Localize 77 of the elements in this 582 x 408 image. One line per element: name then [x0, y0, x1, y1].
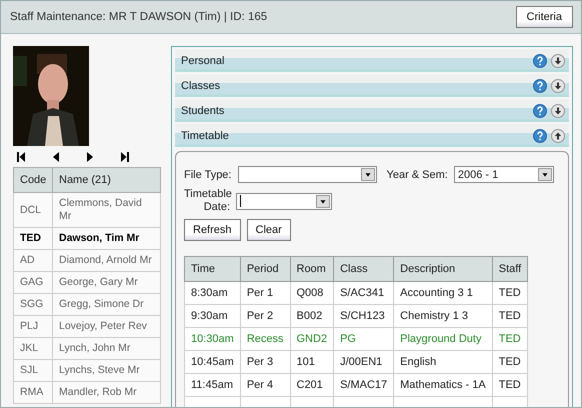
table-cell: C201 — [290, 374, 334, 396]
table-cell: Per 3 — [240, 350, 290, 374]
table-cell: Recess — [240, 328, 290, 350]
page-title: Staff Maintenance: MR T DAWSON (Tim) | ID: 165 — [10, 11, 268, 23]
form-button[interactable]: Clear — [246, 219, 291, 241]
previous-icon[interactable] — [52, 152, 60, 162]
field-label: Timetable Date: — [184, 188, 230, 214]
staff-name[interactable]: Lynch, John Mr — [52, 338, 160, 360]
section-header[interactable]: Timetable — [175, 124, 569, 147]
table-cell: 10:45am — [184, 350, 240, 374]
column-header: Class — [334, 256, 394, 282]
staff-name[interactable]: Diamond, Arnold Mr — [52, 250, 160, 272]
staff-name[interactable]: Gregg, Simone Dr — [52, 294, 160, 316]
help-icon[interactable] — [533, 78, 547, 92]
column-header: Room — [290, 256, 334, 282]
column-header: Period — [240, 256, 290, 282]
criteria-button[interactable]: Criteria — [516, 6, 573, 28]
table-cell: Per 2 — [240, 304, 290, 328]
table-cell: Per 4 — [240, 374, 290, 396]
year-sem-dropdown[interactable]: 2006 - 1 — [454, 166, 554, 183]
help-icon[interactable] — [533, 128, 547, 142]
help-icon[interactable] — [533, 104, 547, 118]
table-cell: J/00EN1 — [334, 350, 394, 374]
staff-name[interactable]: Lynchs, Steve Mr — [52, 360, 160, 382]
table-cell: Chemistry 1 3 — [394, 304, 492, 328]
table-cell: GND2 — [290, 328, 334, 350]
table-cell: 8:30am — [184, 282, 240, 304]
staff-code[interactable]: AD — [14, 250, 52, 272]
section-header[interactable]: Classes — [175, 74, 569, 97]
staff-code[interactable]: GAG — [14, 272, 52, 294]
table-cell: TED — [492, 350, 528, 374]
next-icon[interactable] — [86, 152, 94, 162]
table-cell: Per 1 — [240, 282, 290, 304]
table-cell: 9:30am — [184, 304, 240, 328]
form-button[interactable]: Refresh — [184, 219, 241, 241]
table-cell: S/CH123 — [334, 304, 394, 328]
table-cell: S/AC341 — [334, 282, 394, 304]
table-cell: 101 — [290, 350, 334, 374]
column-header: Name (21) — [52, 168, 160, 192]
last-page-icon[interactable] — [120, 152, 129, 162]
field-label: File Type: — [184, 168, 232, 180]
staff-name[interactable]: Dawson, Tim Mr — [52, 228, 160, 250]
staff-code[interactable]: DCL — [14, 192, 52, 228]
staff-code[interactable]: RMA — [14, 382, 52, 404]
column-header: Description — [394, 256, 492, 282]
staff-name[interactable]: Lovejoy, Peter Rev — [52, 316, 160, 338]
table-cell: Q008 — [290, 282, 334, 304]
table-cell: PG — [334, 328, 394, 350]
column-header: Staff — [492, 256, 528, 282]
staff-name[interactable]: Clemmons, David Mr — [52, 192, 160, 228]
staff-code[interactable]: PLJ — [14, 316, 52, 338]
staff-code[interactable]: TED — [14, 228, 52, 250]
section-header[interactable]: Personal — [175, 49, 569, 72]
table-cell: TED — [492, 304, 528, 328]
date-field[interactable] — [236, 192, 332, 210]
staff-code[interactable]: SGG — [14, 294, 52, 316]
staff-code[interactable]: SJL — [14, 360, 52, 382]
column-header: Code — [14, 168, 52, 192]
section-header[interactable]: Students — [175, 99, 569, 122]
table-cell: B002 — [290, 304, 334, 328]
staff-code[interactable]: JKL — [14, 338, 52, 360]
table-cell: TED — [492, 282, 528, 304]
first-page-icon[interactable] — [17, 152, 25, 162]
table-cell: 11:45am — [184, 374, 240, 396]
table-cell: TED — [492, 328, 528, 350]
table-cell: English — [394, 350, 492, 374]
table-cell: Playground Duty — [394, 328, 492, 350]
table-cell: 10:30am — [184, 328, 240, 350]
field-label: Year & Sem: — [386, 168, 448, 180]
table-cell: Mathematics - 1A — [394, 374, 492, 396]
help-icon[interactable] — [533, 54, 547, 68]
staff-name[interactable]: George, Gary Mr — [52, 272, 160, 294]
staff-name[interactable]: Mandler, Rob Mr — [52, 382, 160, 404]
table-cell: S/MAC17 — [334, 374, 394, 396]
table-cell: TED — [492, 374, 528, 396]
column-header: Time — [184, 256, 240, 282]
table-cell: Accounting 3 1 — [394, 282, 492, 304]
